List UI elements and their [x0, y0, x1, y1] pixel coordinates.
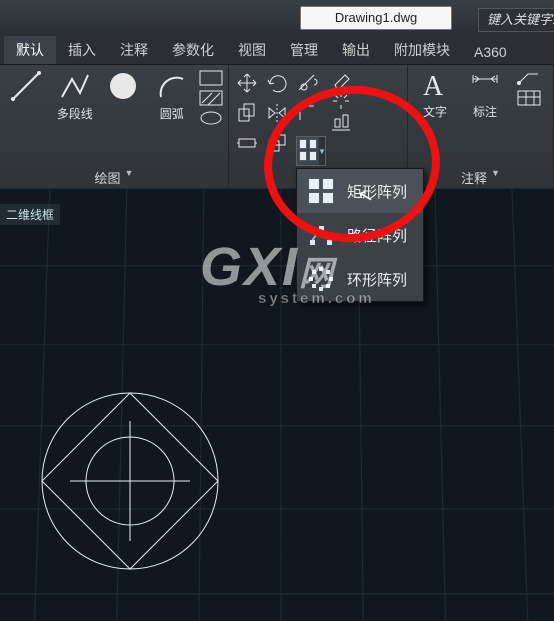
ellipse-icon[interactable] — [198, 109, 224, 127]
circle-icon — [106, 69, 140, 103]
tab-addins[interactable]: 附加模块 — [382, 36, 462, 64]
table-icon[interactable] — [516, 89, 542, 107]
panel-annotate-title-text: 注释 — [461, 168, 487, 187]
circle-tool[interactable] — [101, 69, 146, 125]
tab-insert[interactable]: 插入 — [56, 36, 108, 64]
line-tool[interactable] — [4, 69, 49, 125]
array-split-button[interactable]: ▼ — [296, 136, 326, 166]
drawing-canvas[interactable]: 二维线框 — [0, 188, 554, 621]
chevron-down-icon: ▼ — [491, 168, 500, 187]
rectangle-icon[interactable] — [198, 69, 224, 87]
ribbon-tabs: 默认 插入 注释 参数化 视图 管理 输出 附加模块 A360 — [0, 36, 554, 65]
polyline-icon — [58, 69, 92, 103]
rect-array-icon — [305, 175, 337, 207]
polyline-tool[interactable]: 多段线 — [53, 69, 98, 125]
arc-icon — [155, 69, 189, 103]
tab-default[interactable]: 默认 — [4, 36, 56, 64]
dimension-icon — [469, 69, 501, 101]
leader-icon[interactable] — [516, 69, 542, 87]
title-bar: Drawing1.dwg 键入关键字或 — [0, 0, 554, 36]
polar-array-icon — [305, 263, 337, 295]
text-label: 文字 — [423, 103, 447, 120]
visual-style-tag[interactable]: 二维线框 — [0, 204, 60, 225]
ribbon: 多段线 圆弧 绘图 ▼ — [0, 65, 554, 190]
stretch-icon[interactable] — [233, 129, 261, 157]
arc-tool[interactable]: 圆弧 — [150, 69, 195, 125]
move-icon[interactable] — [233, 69, 261, 97]
explode-icon[interactable] — [329, 91, 353, 111]
chevron-down-icon[interactable]: ▼ — [319, 137, 325, 165]
align-icon[interactable] — [329, 113, 353, 133]
polyline-label: 多段线 — [57, 105, 93, 122]
trim-icon[interactable] — [293, 69, 321, 97]
fillet-icon[interactable] — [293, 99, 321, 127]
search-hint-button[interactable]: 键入关键字或 — [478, 8, 554, 32]
panel-draw-title[interactable]: 绘图 ▼ — [0, 166, 228, 189]
dimension-label: 标注 — [473, 103, 497, 120]
scale-icon[interactable] — [263, 129, 291, 157]
text-icon: A — [419, 69, 451, 101]
drawing-geometry — [30, 381, 230, 581]
flyout-polar-array[interactable]: 环形阵列 — [297, 257, 423, 301]
copy-icon[interactable] — [233, 99, 261, 127]
line-icon — [9, 69, 43, 103]
rotate-icon[interactable] — [263, 69, 291, 97]
flyout-path-array-label: 路径阵列 — [347, 225, 407, 246]
svg-text:A: A — [423, 71, 444, 101]
panel-draw-title-text: 绘图 — [95, 168, 121, 187]
hatch-icon[interactable] — [198, 89, 224, 107]
panel-annotate-title[interactable]: 注释 ▼ — [408, 166, 553, 189]
mirror-icon[interactable] — [263, 99, 291, 127]
rect-array-icon — [299, 139, 317, 161]
panel-draw: 多段线 圆弧 绘图 ▼ — [0, 65, 229, 189]
flyout-path-array[interactable]: 路径阵列 — [297, 213, 423, 257]
tab-output[interactable]: 输出 — [330, 36, 382, 64]
tab-parametric[interactable]: 参数化 — [160, 36, 226, 64]
panel-annotate: A 文字 标注 注释 ▼ — [408, 65, 554, 189]
tab-annotate[interactable]: 注释 — [108, 36, 160, 64]
dimension-tool[interactable]: 标注 — [462, 69, 508, 125]
tab-a360[interactable]: A360 — [462, 40, 519, 64]
text-tool[interactable]: A 文字 — [412, 69, 458, 125]
document-title[interactable]: Drawing1.dwg — [300, 6, 452, 30]
tab-view[interactable]: 视图 — [226, 36, 278, 64]
flyout-polar-array-label: 环形阵列 — [347, 269, 407, 290]
chevron-down-icon: ▼ — [125, 168, 134, 187]
tab-manage[interactable]: 管理 — [278, 36, 330, 64]
erase-icon[interactable] — [329, 69, 353, 89]
path-array-icon — [305, 219, 337, 251]
arc-label: 圆弧 — [160, 105, 184, 122]
